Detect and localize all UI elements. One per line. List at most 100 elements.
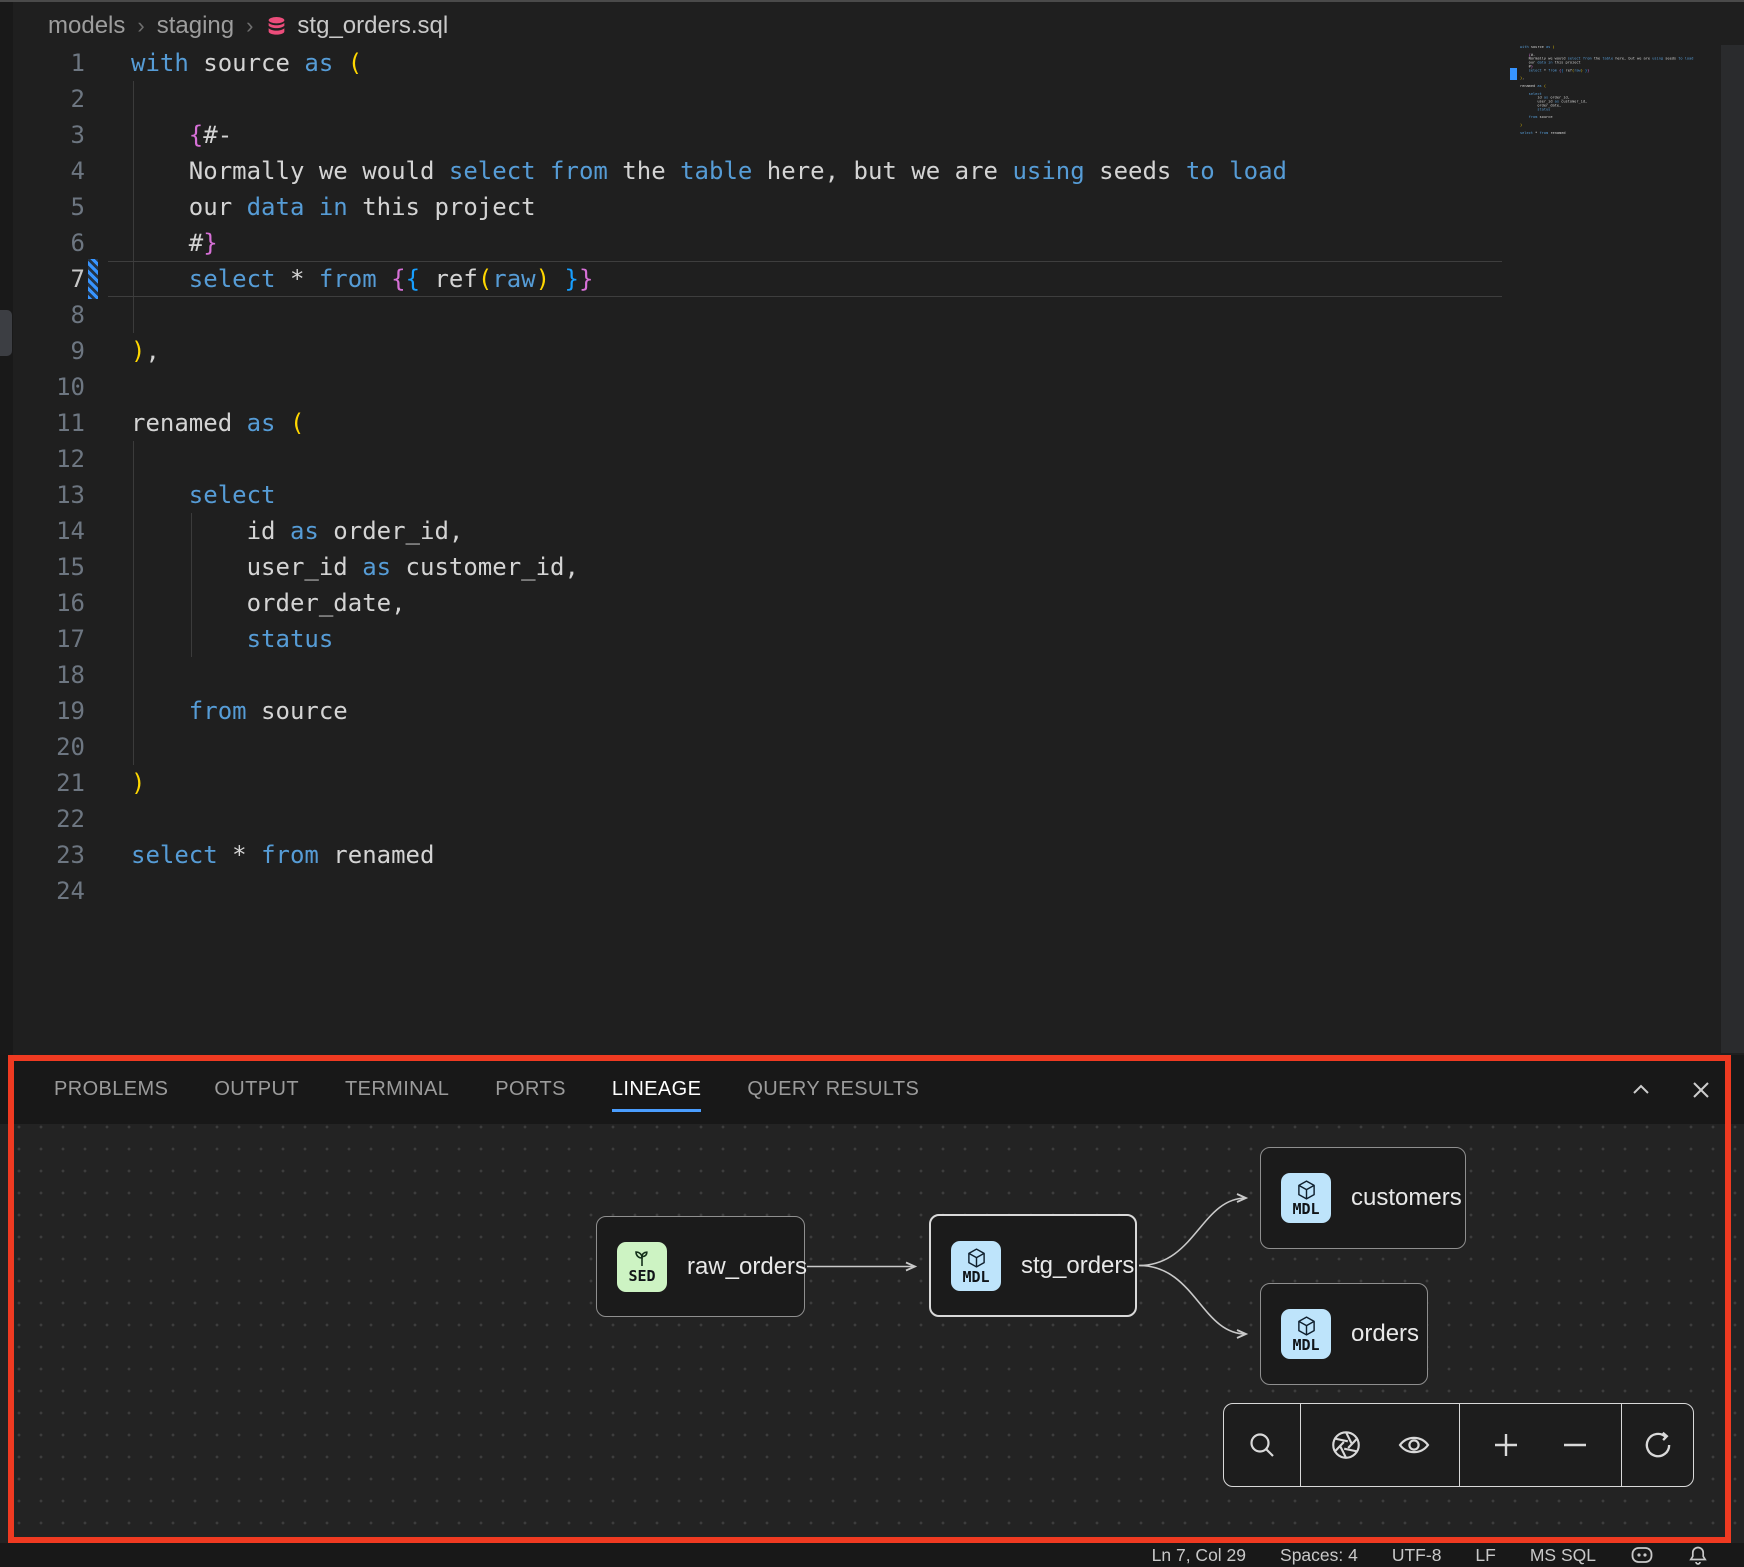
tab-query-results[interactable]: QUERY RESULTS [747, 1055, 919, 1124]
code-line-7[interactable]: 7 select * from {{ ref(raw) }} [0, 261, 1502, 297]
code-text: #} [131, 225, 218, 261]
code-text: ) [131, 765, 145, 801]
indent-guide [133, 621, 134, 657]
panel-close-button[interactable] [1686, 1075, 1716, 1105]
code-line-21[interactable]: 21) [0, 765, 1502, 801]
code-text: select [131, 477, 276, 513]
code-line-19[interactable]: 19 from source [0, 693, 1502, 729]
breadcrumb-separator-icon: › [137, 13, 144, 39]
eye-icon [1396, 1430, 1432, 1460]
indentation-setting[interactable]: Spaces: 4 [1280, 1545, 1358, 1566]
indent-guide [133, 81, 134, 117]
minus-icon [1559, 1429, 1591, 1461]
vscode-window: models › staging › stg_orders.sql 1with … [0, 0, 1744, 1567]
indent-guide [191, 621, 192, 657]
lineage-node-customers[interactable]: MDLcustomers [1260, 1147, 1466, 1249]
bell-icon[interactable] [1688, 1545, 1708, 1566]
chevron-up-icon [1628, 1077, 1654, 1103]
code-editor[interactable]: 1with source as (23 {#-4 Normally we wou… [0, 45, 1502, 909]
zoom-in-button[interactable] [1484, 1423, 1528, 1467]
cursor-position[interactable]: Ln 7, Col 29 [1152, 1545, 1246, 1566]
search-button[interactable] [1240, 1423, 1284, 1467]
code-line-3[interactable]: 3 {#- [0, 117, 1502, 153]
code-line-10[interactable]: 10 [0, 369, 1502, 405]
code-line-9[interactable]: 9), [0, 333, 1502, 369]
copilot-icon[interactable] [1630, 1545, 1654, 1565]
tab-output[interactable]: OUTPUT [214, 1055, 299, 1124]
badge-label: MDL [1292, 1201, 1319, 1217]
code-text: select * from {{ ref(raw) }} [131, 261, 593, 297]
preview-button[interactable] [1392, 1423, 1436, 1467]
code-line-18[interactable]: 18 [0, 657, 1502, 693]
indent-guide [133, 477, 134, 513]
code-line-2[interactable]: 2 [0, 81, 1502, 117]
database-icon [265, 15, 288, 38]
code-line-8[interactable]: 8 [0, 297, 1502, 333]
modified-line-marker [88, 259, 98, 299]
breadcrumb-item-staging[interactable]: staging [157, 12, 234, 40]
code-line-24[interactable]: 24 [0, 873, 1502, 909]
node-label: raw_orders [687, 1253, 807, 1281]
lineage-node-orders[interactable]: MDLorders [1260, 1283, 1428, 1385]
snapshot-button[interactable] [1324, 1423, 1368, 1467]
indent-guide [133, 693, 134, 729]
panel-collapse-button[interactable] [1626, 1075, 1656, 1105]
tab-ports[interactable]: PORTS [495, 1055, 566, 1124]
lineage-node-stg_orders[interactable]: MDLstg_orders [929, 1214, 1137, 1317]
indent-guide [133, 441, 134, 477]
code-text: user_id as customer_id, [131, 549, 579, 585]
code-line-13[interactable]: 13 select [0, 477, 1502, 513]
indent-guide [191, 513, 192, 549]
model-icon: MDL [951, 1241, 1001, 1291]
model-icon: MDL [1281, 1309, 1331, 1359]
code-line-17[interactable]: 17 status [0, 621, 1502, 657]
breadcrumb-item-file[interactable]: stg_orders.sql [265, 12, 448, 40]
minimap[interactable]: with source as ( {#- Normally we would s… [1520, 45, 1720, 165]
code-line-14[interactable]: 14 id as order_id, [0, 513, 1502, 549]
refresh-button[interactable] [1636, 1423, 1680, 1467]
breadcrumb-separator-icon: › [246, 13, 253, 39]
code-line-16[interactable]: 16 order_date, [0, 585, 1502, 621]
language-mode[interactable]: MS SQL [1530, 1545, 1596, 1566]
code-line-20[interactable]: 20 [0, 729, 1502, 765]
bottom-panel-header: PROBLEMS OUTPUT TERMINAL PORTS LINEAGE QUERY … [0, 1055, 1744, 1124]
indent-guide [133, 513, 134, 549]
indent-guide [133, 153, 134, 189]
code-line-4[interactable]: 4 Normally we would select from the tabl… [0, 153, 1502, 189]
rail-notch[interactable] [0, 310, 12, 356]
model-icon: MDL [1281, 1173, 1331, 1223]
badge-label: MDL [1292, 1337, 1319, 1353]
tab-problems[interactable]: PROBLEMS [54, 1055, 168, 1124]
tab-terminal[interactable]: TERMINAL [345, 1055, 449, 1124]
code-line-6[interactable]: 6 #} [0, 225, 1502, 261]
indent-guide [133, 549, 134, 585]
indent-guide [133, 189, 134, 225]
indent-guide [133, 297, 134, 333]
code-text: with source as ( [131, 45, 362, 81]
lineage-toolbar [1223, 1403, 1694, 1487]
breadcrumb: models › staging › stg_orders.sql [48, 8, 448, 44]
code-line-23[interactable]: 23select * from renamed [0, 837, 1502, 873]
status-bar: Ln 7, Col 29 Spaces: 4 UTF-8 LF MS SQL [0, 1543, 1744, 1567]
indent-guide [191, 585, 192, 621]
code-line-5[interactable]: 5 our data in this project [0, 189, 1502, 225]
tab-lineage[interactable]: LINEAGE [612, 1055, 702, 1124]
code-line-22[interactable]: 22 [0, 801, 1502, 837]
code-line-15[interactable]: 15 user_id as customer_id, [0, 549, 1502, 585]
encoding[interactable]: UTF-8 [1392, 1545, 1442, 1566]
indent-guide [133, 657, 134, 693]
code-text: status [131, 621, 333, 657]
code-line-11[interactable]: 11renamed as ( [0, 405, 1502, 441]
lineage-node-raw_orders[interactable]: SED raw_orders [596, 1216, 805, 1317]
zoom-out-button[interactable] [1553, 1423, 1597, 1467]
minimap-code: with source as ( {#- Normally we would s… [1520, 45, 1580, 139]
editor-scrollbar[interactable] [1721, 45, 1744, 1053]
code-line-12[interactable]: 12 [0, 441, 1502, 477]
eol-setting[interactable]: LF [1475, 1545, 1495, 1566]
plus-icon [1490, 1429, 1522, 1461]
code-line-1[interactable]: 1with source as ( [0, 45, 1502, 81]
code-text: renamed as ( [131, 405, 304, 441]
breadcrumb-item-models[interactable]: models [48, 12, 125, 40]
seed-icon: SED [617, 1242, 667, 1292]
code-text: id as order_id, [131, 513, 463, 549]
